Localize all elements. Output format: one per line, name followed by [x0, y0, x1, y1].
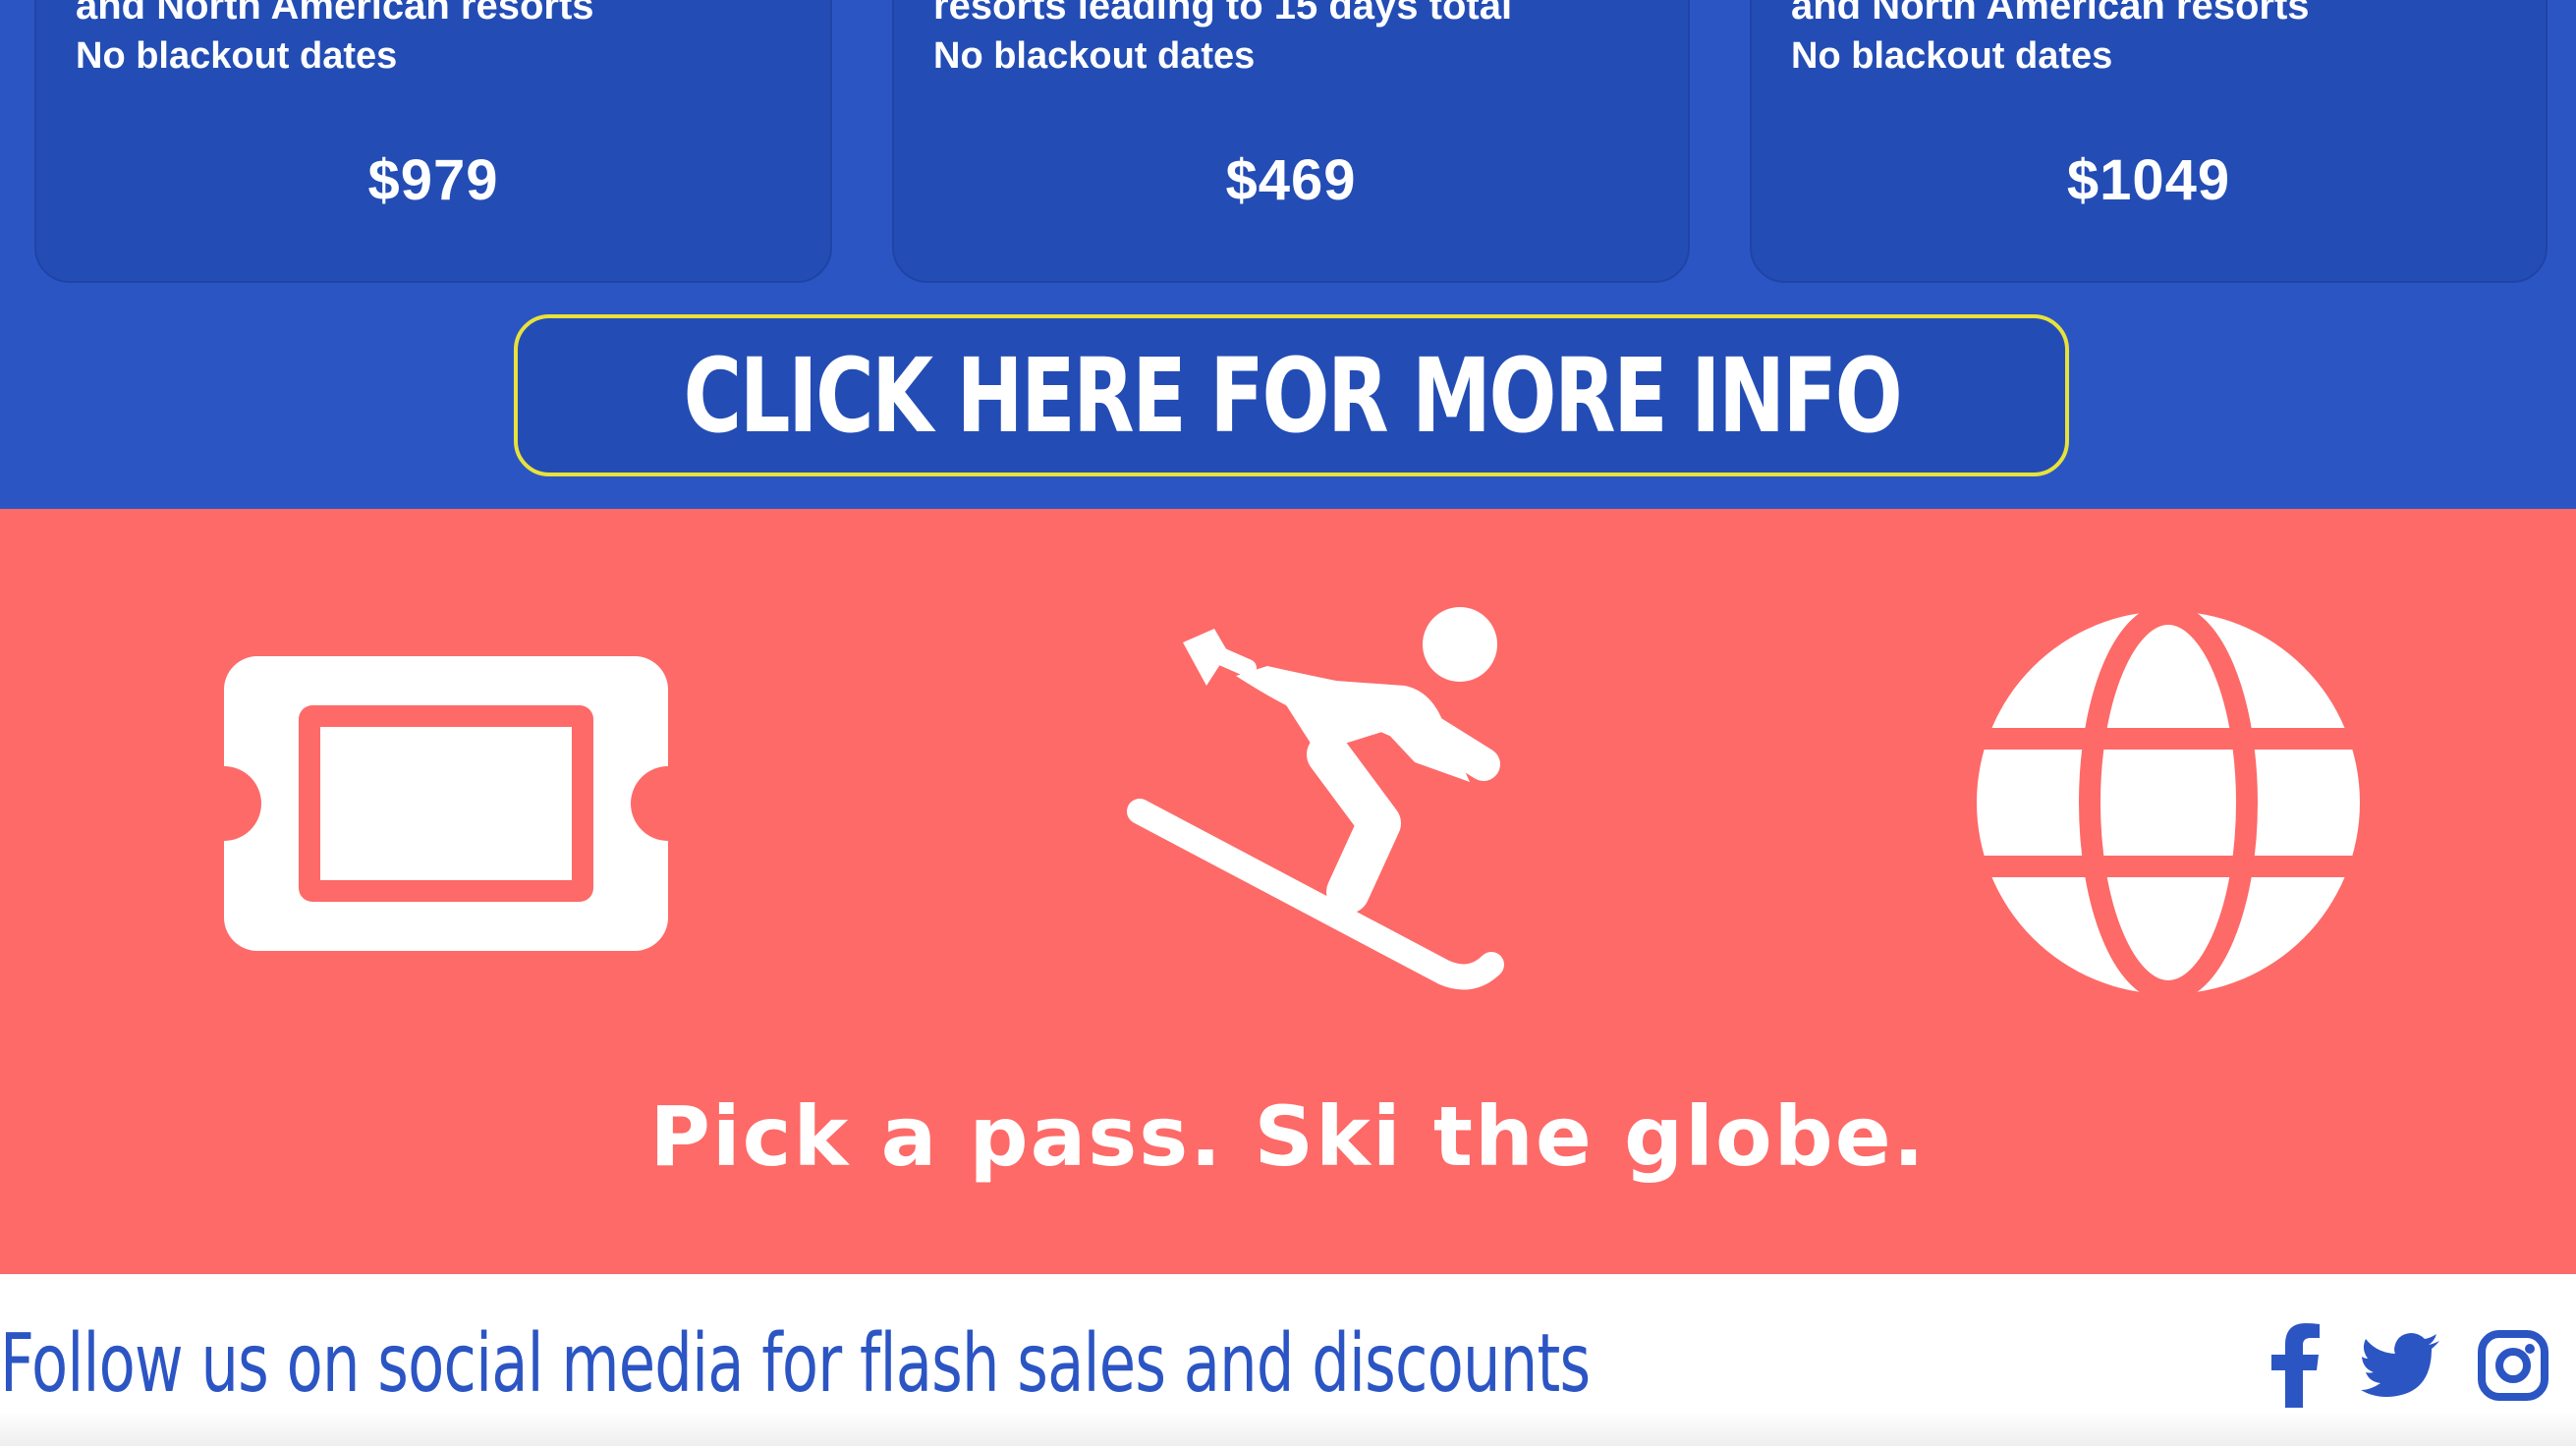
pass-card[interactable]: and North American resorts No blackout d…	[34, 0, 832, 283]
more-info-button[interactable]: CLICK HERE FOR MORE INFO	[514, 314, 2069, 476]
card-price: $1049	[2066, 148, 2231, 212]
card-blackout-note: No blackout dates	[933, 35, 1256, 77]
card-blackout-note: No blackout dates	[76, 35, 398, 77]
features-section: Pick a pass. Ski the globe.	[0, 509, 2576, 1274]
more-info-label: CLICK HERE FOR MORE INFO	[683, 335, 1902, 456]
twitter-icon[interactable]	[2361, 1323, 2441, 1408]
card-description: resorts leading to 15 days total	[933, 0, 1513, 28]
tagline: Pick a pass. Ski the globe.	[649, 1088, 1927, 1185]
card-description: and North American resorts	[1791, 0, 2310, 28]
skier-icon	[1120, 607, 1533, 1020]
globe-icon	[1977, 603, 2360, 1002]
card-blackout-note: No blackout dates	[1791, 35, 2113, 77]
instagram-icon[interactable]	[2478, 1323, 2548, 1408]
card-price: $979	[367, 148, 499, 212]
pass-card[interactable]: and North American resorts No blackout d…	[1750, 0, 2548, 283]
facebook-icon[interactable]	[2271, 1323, 2321, 1408]
pass-card[interactable]: resorts leading to 15 days total No blac…	[892, 0, 1690, 283]
pricing-section: and North American resorts No blackout d…	[0, 0, 2576, 509]
footer: Follow us on social media for flash sale…	[0, 1274, 2576, 1446]
card-price: $469	[1225, 148, 1357, 212]
follow-text: Follow us on social media for flash sale…	[0, 1317, 1591, 1411]
card-description: and North American resorts	[76, 0, 594, 28]
ticket-icon	[224, 656, 668, 951]
